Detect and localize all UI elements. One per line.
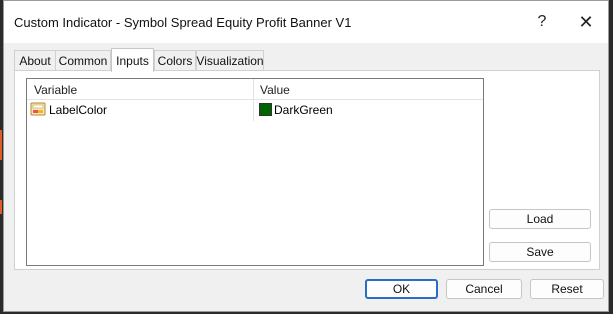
save-button[interactable]: Save <box>489 242 591 262</box>
tab-visualization[interactable]: Visualization <box>196 50 264 70</box>
inputs-panel: Variable Value LabelColor DarkGreen <box>14 70 600 270</box>
help-button[interactable]: ? <box>524 9 560 35</box>
cancel-button[interactable]: Cancel <box>446 279 522 299</box>
table-header: Variable Value <box>27 79 483 100</box>
tab-about[interactable]: About <box>14 50 56 70</box>
column-header-variable[interactable]: Variable <box>34 83 77 97</box>
column-header-value[interactable]: Value <box>260 83 290 97</box>
color-swatch <box>259 103 272 116</box>
variable-name: LabelColor <box>49 103 108 117</box>
ok-button[interactable]: OK <box>365 279 438 299</box>
variable-value[interactable]: DarkGreen <box>274 103 333 117</box>
color-variable-icon <box>30 102 46 116</box>
custom-indicator-dialog: Custom Indicator - Symbol Spread Equity … <box>3 0 609 312</box>
chart-edge-mark <box>0 130 2 160</box>
table-row[interactable]: LabelColor DarkGreen <box>27 100 483 120</box>
chart-edge-mark <box>0 200 2 214</box>
load-button[interactable]: Load <box>489 209 591 229</box>
tab-colors[interactable]: Colors <box>154 50 196 70</box>
title-bar: Custom Indicator - Symbol Spread Equity … <box>4 1 608 43</box>
reset-button[interactable]: Reset <box>530 279 604 299</box>
dialog-title: Custom Indicator - Symbol Spread Equity … <box>14 15 352 30</box>
inputs-table: Variable Value LabelColor DarkGreen <box>26 78 484 266</box>
tab-common[interactable]: Common <box>55 50 111 70</box>
tab-inputs[interactable]: Inputs <box>111 48 154 72</box>
close-button[interactable]: ✕ <box>568 9 604 35</box>
